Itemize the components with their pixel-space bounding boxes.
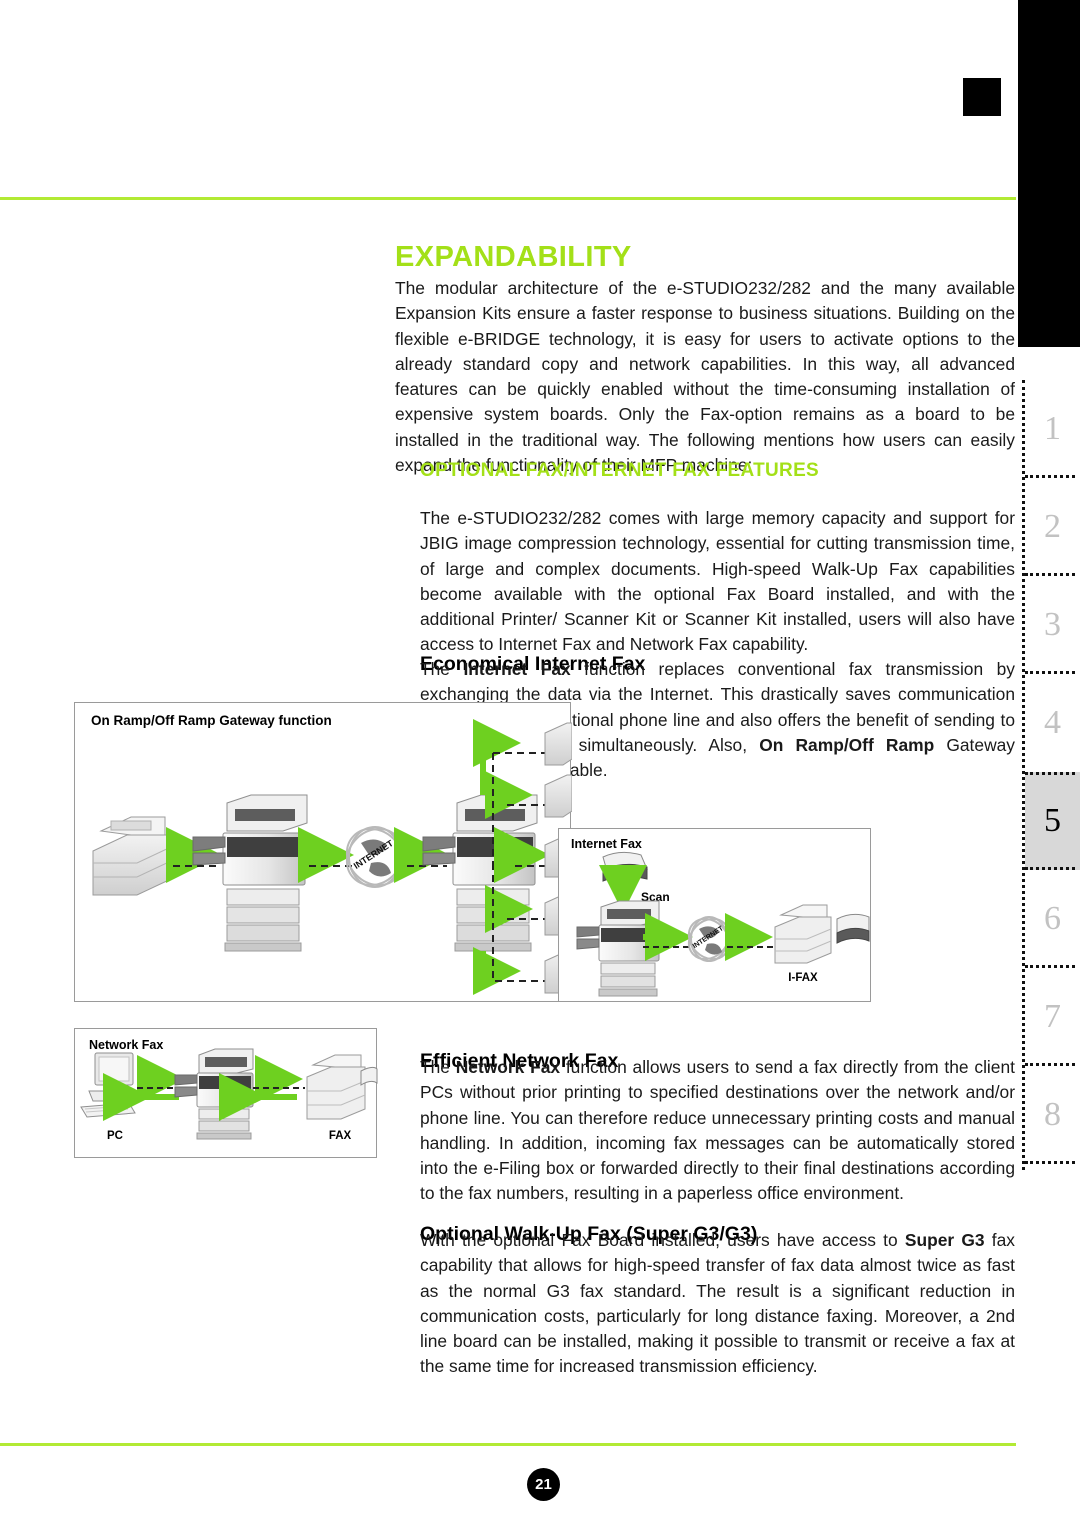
ifax-receiver-icon (774, 904, 870, 964)
diagram-network-fax-fax-label: FAX (329, 1130, 352, 1142)
diagram-network-fax: Network Fax PC FAX (74, 1028, 378, 1158)
mfp-icon-gateway (422, 794, 538, 952)
diagram-gateway: On Ramp/Off Ramp Gateway function INTERN… (74, 702, 572, 1002)
mfp-icon-sender (192, 794, 308, 952)
chapter-tab-label: 5 (1044, 802, 1061, 839)
diagram-network-fax-pc-label: PC (107, 1130, 123, 1142)
chapter-tab-7[interactable]: 7 (1025, 968, 1080, 1066)
section-heading-optional-fax: OPTIONAL FAX/INTERNET FAX FEATURES (420, 459, 820, 481)
chapter-tab-label: 2 (1044, 508, 1061, 545)
pc-icon (80, 1052, 142, 1118)
text-run: function allows users to send a fax dire… (420, 1057, 1015, 1204)
page-number-badge: 21 (527, 1468, 560, 1501)
chapter-tab-rail: 1 2 3 4 5 6 7 8 (1022, 380, 1080, 1170)
text-run: The (420, 1057, 456, 1077)
internet-globe-icon: INTERNET (345, 826, 405, 888)
diagram-internet-fax-graphic: Scan INTERNET I-FAX (576, 851, 870, 997)
chapter-tab-label: 3 (1044, 606, 1061, 643)
subsection-body-efficient-network-fax: The Network Fax function allows users to… (420, 1055, 1015, 1207)
chapter-tab-1[interactable]: 1 (1025, 380, 1080, 478)
bold-run-internet-fax: Internet Fax (463, 659, 571, 679)
chapter-tab-8[interactable]: 8 (1025, 1066, 1080, 1164)
chapter-tab-label: 8 (1044, 1096, 1061, 1133)
diagram-network-fax-graphic: PC FAX (80, 1048, 378, 1142)
document-stack-icon (602, 851, 648, 882)
text-run: The (420, 659, 464, 679)
chapter-tab-3[interactable]: 3 (1025, 576, 1080, 674)
mfp-icon (576, 900, 660, 997)
chapter-tab-label: 4 (1044, 704, 1061, 741)
chapter-tab-label: 7 (1044, 998, 1061, 1035)
chapter-tab-6[interactable]: 6 (1025, 870, 1080, 968)
tab-separator (1025, 1161, 1075, 1164)
intro-paragraph: The modular architecture of the e-STUDIO… (395, 278, 1015, 476)
chapter-tab-label: 6 (1044, 900, 1061, 937)
page-edge-black-bar (1018, 0, 1080, 347)
bold-run-on-ramp-off-ramp: On Ramp/Off Ramp (759, 734, 935, 755)
chapter-tab-5[interactable]: 5 (1025, 772, 1080, 870)
mfp-icon (174, 1048, 254, 1140)
fax-icon (306, 1054, 378, 1120)
diagram-internet-fax: Internet Fax Scan INTERNET I-FAX (558, 828, 871, 1002)
chapter-tab-2[interactable]: 2 (1025, 478, 1080, 576)
text-run: With the optional Fax Board installed, u… (420, 1230, 905, 1250)
bold-run-network-fax: Network Fax (455, 1057, 561, 1077)
bold-run-super-g3: Super G3 (904, 1230, 985, 1250)
subsection-body-optional-walkup-fax: With the optional Fax Board installed, u… (420, 1228, 1015, 1380)
diagram-gateway-graphic: INTERNET (92, 719, 572, 995)
page-title: EXPANDABILITY (395, 241, 632, 274)
page-content: EXPANDABILITY The modular architecture o… (0, 0, 1016, 1527)
tab-separator-top (1025, 772, 1075, 775)
internet-globe-icon: INTERNET (687, 916, 731, 962)
chapter-tab-label: 1 (1044, 410, 1061, 447)
chapter-tab-4[interactable]: 4 (1025, 674, 1080, 772)
source-fax-icon (92, 816, 172, 896)
section-body-optional-fax: The e-STUDIO232/282 comes with large mem… (420, 508, 1015, 655)
text-run: fax capability that allows for high-spee… (420, 1230, 1016, 1377)
diagram-internet-fax-ifax-label: I-FAX (788, 972, 818, 984)
